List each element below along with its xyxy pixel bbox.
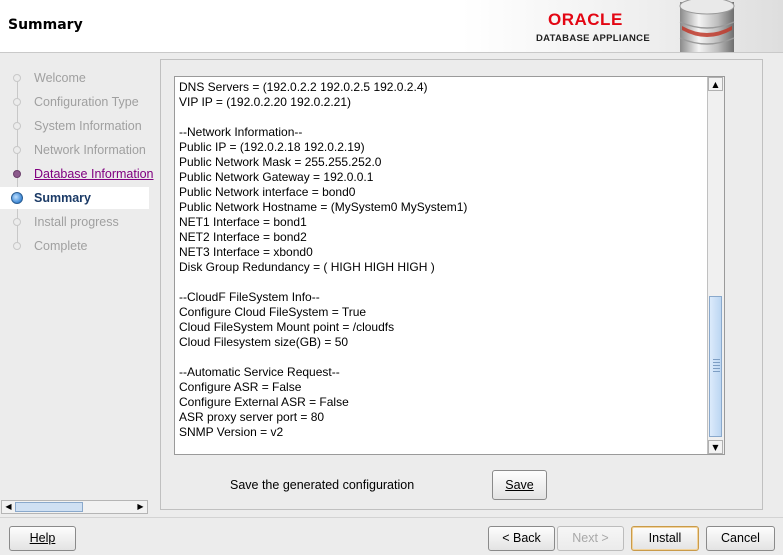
scrollbar-thumb[interactable] bbox=[15, 502, 83, 512]
summary-line: ASR proxy server port = 80 bbox=[179, 410, 325, 424]
step-complete: Complete bbox=[0, 235, 149, 257]
help-button-label: Help bbox=[29, 531, 56, 545]
step-indicator-icon bbox=[13, 98, 21, 106]
summary-line: Public Network interface = bond0 bbox=[179, 185, 356, 199]
step-label[interactable]: Database Information bbox=[34, 167, 154, 181]
appliance-caption: DATABASE APPLIANCE bbox=[536, 33, 650, 44]
help-button[interactable]: Help bbox=[9, 526, 76, 551]
step-install-progress: Install progress bbox=[0, 211, 149, 233]
next-button[interactable]: Next > bbox=[557, 526, 624, 551]
scroll-down-arrow-icon[interactable]: ▼ bbox=[708, 440, 723, 454]
step-indicator-icon bbox=[13, 122, 21, 130]
oracle-logo: ORACLE bbox=[548, 10, 623, 29]
summary-line: Public Network Hostname = (MySystem0 MyS… bbox=[179, 200, 468, 214]
step-welcome: Welcome bbox=[0, 67, 149, 89]
summary-line: Cloud FileSystem Mount point = /cloudfs bbox=[179, 320, 395, 334]
install-button-label: Install bbox=[648, 531, 682, 545]
summary-line: --Automatic Service Request-- bbox=[179, 365, 340, 379]
summary-line bbox=[179, 275, 707, 290]
summary-line: Configure Cloud FileSystem = True bbox=[179, 305, 367, 319]
back-button[interactable]: < Back bbox=[488, 526, 555, 551]
step-indicator-icon bbox=[13, 146, 21, 154]
summary-vertical-scrollbar[interactable]: ▲ ▼ bbox=[707, 77, 724, 454]
step-label: Summary bbox=[34, 191, 91, 205]
step-indicator-icon bbox=[13, 218, 21, 226]
summary-line: NET1 Interface = bond1 bbox=[179, 215, 307, 229]
save-button-label: Save bbox=[505, 478, 534, 492]
step-label: Configuration Type bbox=[34, 95, 139, 109]
summary-line: Configure External ASR = False bbox=[179, 395, 349, 409]
database-icon bbox=[679, 0, 735, 52]
step-network-information: Network Information bbox=[0, 139, 149, 161]
summary-line: --CloudF FileSystem Info-- bbox=[179, 290, 320, 304]
step-database-information[interactable]: Database Information bbox=[0, 163, 154, 185]
summary-line: --Network Information-- bbox=[179, 125, 303, 139]
step-label: Complete bbox=[34, 239, 88, 253]
back-button-label: < Back bbox=[502, 531, 541, 545]
step-label: Welcome bbox=[34, 71, 86, 85]
cancel-button[interactable]: Cancel bbox=[706, 526, 775, 551]
nav-horizontal-scrollbar[interactable]: ◀ ▶ bbox=[1, 500, 148, 514]
scroll-up-arrow-icon[interactable]: ▲ bbox=[708, 77, 723, 91]
oracle-brand-banner: ORACLE DATABASE APPLIANCE bbox=[462, 0, 783, 52]
summary-text-area[interactable]: DNS Servers = (192.0.2.2 192.0.2.5 192.0… bbox=[174, 76, 725, 455]
step-configuration-type: Configuration Type bbox=[0, 91, 149, 113]
scroll-grip-icon bbox=[713, 359, 720, 373]
save-button[interactable]: Save bbox=[492, 470, 547, 500]
summary-line: VIP IP = (192.0.2.20 192.0.2.21) bbox=[179, 95, 352, 109]
summary-line: Public IP = (192.0.2.18 192.0.2.19) bbox=[179, 140, 365, 154]
summary-line: Configure ASR = False bbox=[179, 380, 302, 394]
current-step-icon bbox=[11, 192, 23, 204]
step-label: Network Information bbox=[34, 143, 146, 157]
step-indicator-icon bbox=[13, 74, 21, 82]
summary-line bbox=[179, 110, 707, 125]
summary-text: DNS Servers = (192.0.2.2 192.0.2.5 192.0… bbox=[179, 80, 707, 450]
save-config-label: Save the generated configuration bbox=[230, 478, 415, 492]
scrollbar-thumb[interactable] bbox=[709, 296, 722, 437]
summary-line: Disk Group Redundancy = ( HIGH HIGH HIGH… bbox=[179, 260, 435, 274]
summary-line: Public Network Mask = 255.255.252.0 bbox=[179, 155, 382, 169]
summary-line bbox=[179, 350, 707, 365]
step-summary: Summary bbox=[0, 187, 149, 209]
summary-line: Cloud Filesystem size(GB) = 50 bbox=[179, 335, 349, 349]
footer-divider bbox=[0, 517, 783, 518]
install-button[interactable]: Install bbox=[631, 526, 699, 551]
summary-line: NET3 Interface = xbond0 bbox=[179, 245, 313, 259]
summary-line: Public Network Gateway = 192.0.0.1 bbox=[179, 170, 374, 184]
step-indicator-icon bbox=[13, 170, 21, 178]
summary-line: SNMP Version = v2 bbox=[179, 425, 284, 439]
wizard-steps-nav: Welcome Configuration Type System Inform… bbox=[0, 53, 154, 498]
header-bar: Summary ORACLE DATABASE APPLIANCE bbox=[0, 0, 783, 53]
page-title: Summary bbox=[8, 17, 83, 33]
cancel-button-label: Cancel bbox=[721, 531, 760, 545]
step-indicator-icon bbox=[13, 242, 21, 250]
next-button-label: Next > bbox=[572, 531, 609, 545]
step-label: Install progress bbox=[34, 215, 119, 229]
summary-line: DNS Servers = (192.0.2.2 192.0.2.5 192.0… bbox=[179, 80, 428, 94]
scroll-left-arrow-icon[interactable]: ◀ bbox=[2, 501, 15, 513]
summary-line: NET2 Interface = bond2 bbox=[179, 230, 307, 244]
step-label: System Information bbox=[34, 119, 142, 133]
scroll-right-arrow-icon[interactable]: ▶ bbox=[134, 501, 147, 513]
step-system-information: System Information bbox=[0, 115, 149, 137]
